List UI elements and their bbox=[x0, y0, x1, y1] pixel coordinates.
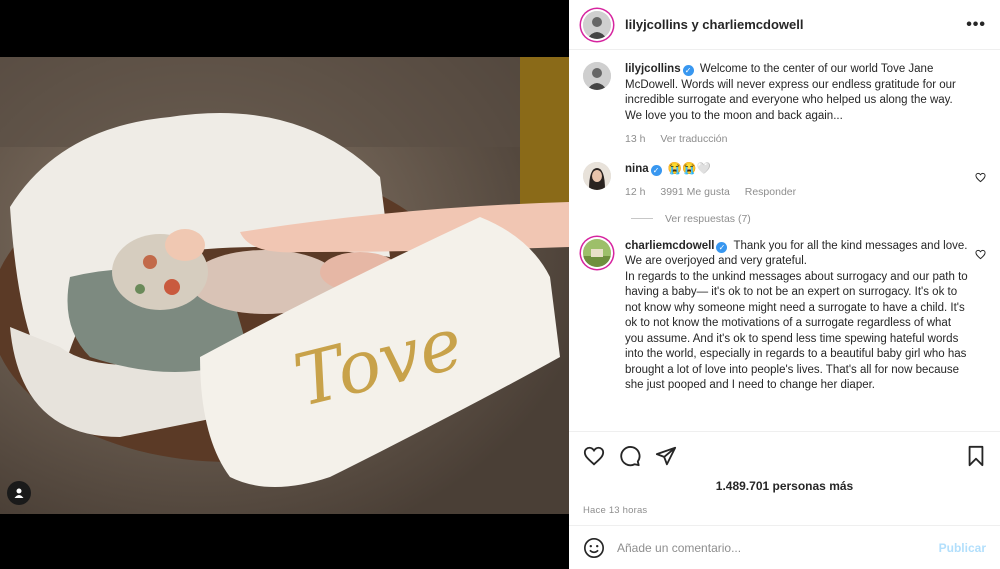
post-comment-button[interactable]: Publicar bbox=[939, 541, 986, 555]
author-avatar[interactable] bbox=[583, 10, 611, 39]
post-authors[interactable]: lilyjcollins y charliemcdowell bbox=[625, 17, 966, 32]
post-photo[interactable]: Tove bbox=[0, 57, 569, 514]
comment-icon bbox=[620, 445, 641, 466]
verified-icon: ✓ bbox=[682, 65, 694, 76]
commenter-avatar[interactable] bbox=[583, 161, 611, 190]
emoji-button[interactable] bbox=[583, 537, 605, 559]
avatar-image bbox=[583, 161, 611, 190]
translate-button[interactable]: Ver traducción bbox=[660, 133, 727, 145]
photo-illustration: Tove bbox=[0, 57, 569, 514]
commenter-avatar[interactable] bbox=[583, 238, 611, 267]
caption-username[interactable]: lilyjcollins bbox=[625, 63, 681, 75]
like-comment-button[interactable] bbox=[975, 247, 986, 265]
add-comment-bar: Publicar bbox=[569, 525, 1000, 569]
bookmark-icon bbox=[968, 445, 984, 466]
avatar-image bbox=[583, 10, 611, 39]
verified-icon: ✓ bbox=[716, 241, 728, 253]
like-comment-button[interactable] bbox=[975, 170, 986, 188]
save-button[interactable] bbox=[966, 445, 986, 467]
user-icon bbox=[14, 488, 24, 498]
comment-body: nina ✓ 😭😭🤍 12 h 3991 Me gusta Responder bbox=[625, 162, 986, 201]
comment-item: nina ✓ 😭😭🤍 12 h 3991 Me gusta Responder bbox=[583, 161, 986, 201]
emoji-icon bbox=[584, 537, 604, 558]
comment-time[interactable]: 12 h bbox=[625, 186, 645, 198]
paper-plane-icon bbox=[655, 446, 677, 465]
comment-meta: 12 h 3991 Me gusta Responder bbox=[625, 185, 968, 201]
post-side-panel: lilyjcollins y charliemcdowell ••• lilyj… bbox=[569, 0, 1000, 569]
comment-body: charliemcdowell ✓ Thank you for all the k… bbox=[625, 239, 986, 394]
heart-icon bbox=[583, 446, 605, 465]
avatar-image bbox=[583, 62, 611, 90]
post-actions bbox=[569, 431, 1000, 479]
caption-meta: 13 h Ver traducción bbox=[625, 132, 968, 148]
comments-list[interactable]: lilyjcollins ✓ Welcome to the center of o… bbox=[569, 50, 1000, 431]
tagged-users-button[interactable] bbox=[7, 481, 31, 505]
post-time[interactable]: Hace 13 horas bbox=[569, 497, 1000, 525]
heart-icon bbox=[975, 249, 986, 259]
view-replies-label: Ver respuestas (7) bbox=[665, 212, 751, 225]
instagram-post-view: Tove lilyjcollins y charliemcdowell ••• bbox=[0, 0, 1000, 569]
post-media: Tove bbox=[0, 0, 569, 569]
verified-icon: ✓ bbox=[650, 164, 662, 176]
caption-time[interactable]: 13 h bbox=[625, 133, 645, 145]
heart-icon bbox=[975, 172, 986, 182]
post-caption: lilyjcollins ✓ Welcome to the center of o… bbox=[583, 62, 986, 148]
comment-username[interactable]: charliemcdowell bbox=[625, 240, 714, 252]
post-header: lilyjcollins y charliemcdowell ••• bbox=[569, 0, 1000, 50]
comment-input[interactable] bbox=[617, 540, 939, 555]
comment-username[interactable]: nina bbox=[625, 163, 649, 175]
caption-avatar[interactable] bbox=[583, 62, 611, 90]
more-options-button[interactable]: ••• bbox=[966, 16, 986, 34]
replies-divider bbox=[631, 218, 653, 219]
like-button[interactable] bbox=[583, 445, 605, 467]
comment-button[interactable] bbox=[619, 445, 641, 467]
view-replies-button[interactable]: Ver respuestas (7) bbox=[631, 213, 986, 225]
reply-button[interactable]: Responder bbox=[745, 186, 796, 198]
share-button[interactable] bbox=[655, 445, 677, 467]
avatar-image bbox=[583, 238, 611, 267]
comment-text: 😭😭🤍 bbox=[667, 162, 711, 175]
comment-item: charliemcdowell ✓ Thank you for all the k… bbox=[583, 238, 986, 394]
comment-likes[interactable]: 3991 Me gusta bbox=[660, 186, 729, 198]
caption-body: lilyjcollins ✓ Welcome to the center of o… bbox=[625, 62, 986, 148]
comment-text-continued: In regards to the unkind messages about … bbox=[625, 270, 968, 392]
likes-count[interactable]: 1.489.701 personas más bbox=[569, 479, 1000, 497]
